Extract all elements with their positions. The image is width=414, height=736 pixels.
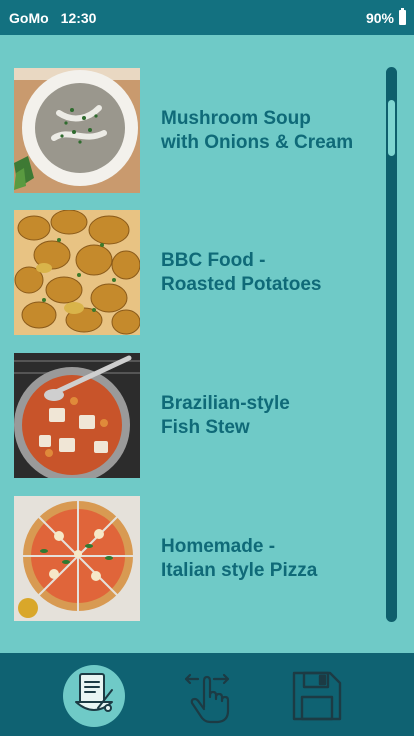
status-right: 90% [365,8,406,26]
recipe-book-icon [68,668,120,725]
roasted-potatoes-photo [14,210,140,335]
recipe-item[interactable]: BBC Food - Roasted Potatoes [14,210,374,335]
save-floppy-icon [290,671,344,727]
save-nav-button[interactable] [290,669,344,723]
recipe-title[interactable]: Brazilian-style Fish Stew [161,392,290,440]
clock-time: 12:30 [60,9,97,26]
carrier-name: GoMo [9,9,49,26]
list-scrollbar[interactable] [386,67,397,622]
recipe-title[interactable]: BBC Food - Roasted Potatoes [161,249,321,297]
recipe-title[interactable]: Mushroom Soup with Onions & Cream [161,107,353,155]
mushroom-soup-photo [14,68,140,193]
swipe-nav-button[interactable] [180,667,234,725]
swipe-gesture-icon [180,673,234,729]
recipe-item[interactable]: Homemade - Italian style Pizza [14,496,374,621]
recipe-item[interactable]: Brazilian-style Fish Stew [14,353,374,478]
fish-stew-photo [14,353,140,478]
scrollbar-thumb[interactable] [388,100,395,156]
battery-icon [399,8,406,25]
status-left: GoMo 12:30 [9,10,96,26]
status-bar: GoMo 12:30 90% [0,0,414,35]
recipe-title[interactable]: Homemade - Italian style Pizza [161,535,317,583]
bottom-navigation [0,653,414,736]
recipes-nav-button[interactable] [63,665,125,727]
recipe-item[interactable]: Mushroom Soup with Onions & Cream [14,68,374,193]
battery-percentage: 90% [365,9,394,26]
pizza-photo [14,496,140,621]
